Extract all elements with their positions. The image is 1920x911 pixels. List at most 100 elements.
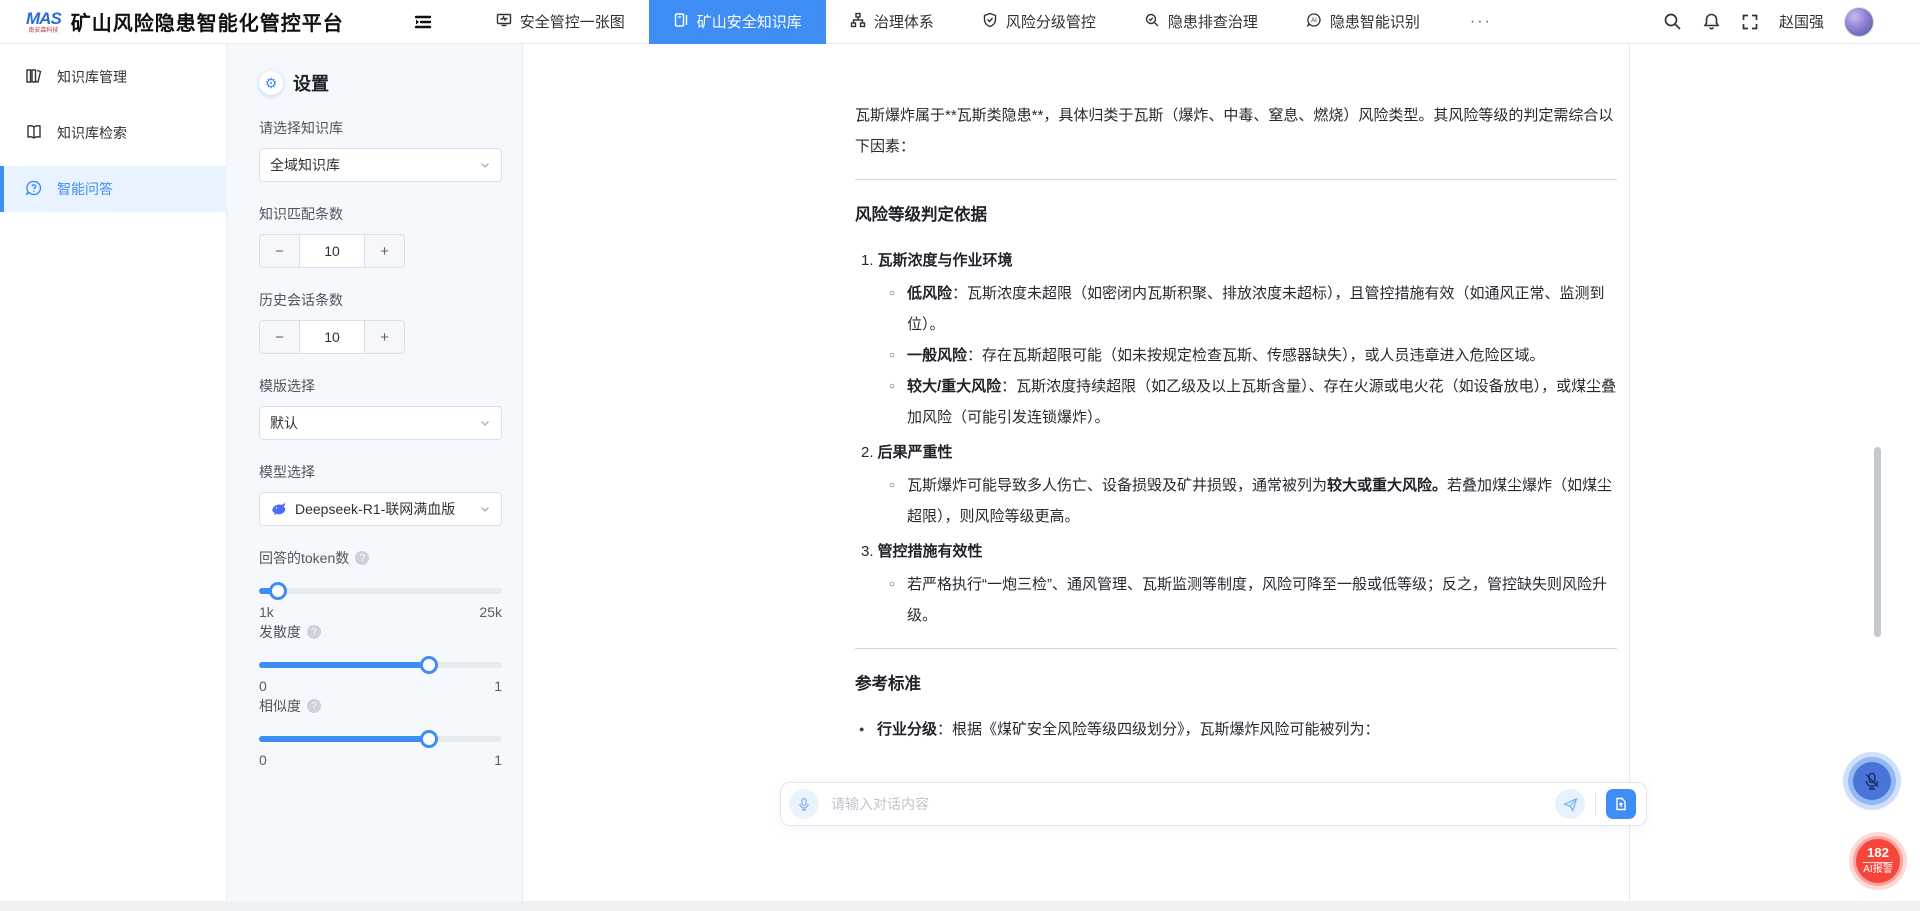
similarity-slider-label-text: 相似度 — [259, 696, 301, 716]
list-item: 重大风险（D值≥320，如瓦斯超限作业且存在火源）： — [895, 745, 1617, 750]
divider — [1595, 792, 1596, 816]
list-item-bold: 较大/重大风险 — [907, 378, 1001, 395]
logo-text: MAS — [26, 10, 61, 27]
chevron-down-icon — [479, 503, 491, 515]
chat-area: 瓦斯爆炸属于**瓦斯类隐患**，具体归类于瓦斯（爆炸、中毒、窒息、燃烧）风险类型… — [523, 44, 1630, 901]
increment-button[interactable]: + — [364, 321, 404, 353]
list-item-bold: 行业分级 — [877, 721, 937, 738]
chat-input[interactable] — [831, 796, 1555, 812]
model-select-label: 模型选择 — [259, 462, 502, 482]
username[interactable]: 赵国强 — [1779, 11, 1824, 32]
nav-more-button[interactable]: ··· — [1444, 0, 1518, 44]
token-slider[interactable] — [259, 588, 502, 594]
settings-header: ⚙ 设置 — [259, 70, 502, 96]
slider-handle[interactable] — [420, 656, 438, 674]
similarity-slider-label: 相似度 ? — [259, 696, 502, 716]
voice-button-ring — [1848, 757, 1896, 805]
history-count-value[interactable]: 10 — [300, 321, 364, 353]
kb-select-value: 全域知识库 — [270, 155, 479, 175]
sidebar-item-label: 知识库管理 — [57, 67, 127, 87]
sub-list: 低风险：瓦斯浓度未超限（如密闭内瓦斯积聚、排放浓度未超标），且管控措施有效（如通… — [889, 278, 1617, 433]
slider-fill — [259, 736, 429, 742]
header-right: 赵国强 — [1663, 7, 1920, 37]
sub-list: 若严格执行“一炮三检”、通风管理、瓦斯监测等制度，风险可降至一般或低等级；反之，… — [889, 569, 1617, 631]
horizontal-scrollbar-track[interactable] — [0, 901, 1920, 911]
slider-max: 1 — [494, 678, 502, 694]
tab-governance[interactable]: 治理体系 — [826, 0, 958, 44]
token-slider-range: 1k 25k — [259, 604, 502, 620]
divergence-slider-label-text: 发散度 — [259, 622, 301, 642]
slider-min: 1k — [259, 604, 274, 620]
match-count-stepper: − 10 + — [259, 234, 405, 268]
list-item-bold: 较大或重大风险。 — [1327, 477, 1447, 494]
alarm-button-ring: 182 AI报警 — [1853, 836, 1903, 886]
sidebar-item-label: 知识库检索 — [57, 123, 127, 143]
decrement-button[interactable]: − — [260, 321, 300, 353]
tab-mine-knowledge-base[interactable]: 矿山安全知识库 — [649, 0, 826, 44]
divergence-slider[interactable] — [259, 662, 502, 668]
divergence-slider-range: 0 1 — [259, 678, 502, 694]
list-item: 若严格执行“一炮三检”、通风管理、瓦斯监测等制度，风险可降至一般或低等级；反之，… — [889, 569, 1617, 631]
match-count-value[interactable]: 10 — [300, 235, 364, 267]
menu-collapse-icon[interactable] — [414, 13, 432, 31]
list-item-text: ：瓦斯浓度持续超限（如乙级及以上瓦斯含量）、存在火源或电火花（如设备放电），或煤… — [907, 378, 1616, 426]
microphone-icon[interactable] — [789, 789, 819, 819]
logo-mark: MAS 南安森科技 — [26, 10, 61, 34]
settings-panel: ⚙ 设置 请选择知识库 全域知识库 知识匹配条数 − 10 + 历史会话条数 −… — [227, 44, 523, 901]
books-icon — [25, 67, 43, 88]
slider-handle[interactable] — [269, 582, 287, 600]
template-select[interactable]: 默认 — [259, 406, 502, 440]
model-select-value: Deepseek-R1-联网满血版 — [295, 499, 479, 519]
list-item: 2.后果严重性 — [861, 437, 1617, 468]
tab-label: 隐患智能识别 — [1330, 11, 1420, 32]
list-item-bold: 低风险 — [907, 285, 952, 302]
slider-handle[interactable] — [420, 730, 438, 748]
list-number: 2. — [861, 444, 874, 461]
decrement-button[interactable]: − — [260, 235, 300, 267]
increment-button[interactable]: + — [364, 235, 404, 267]
ai-alarm-button[interactable]: 182 AI报警 — [1849, 832, 1907, 890]
voice-assistant-button[interactable] — [1843, 752, 1901, 810]
search-icon[interactable] — [1663, 12, 1682, 31]
message-paragraph: 瓦斯爆炸属于**瓦斯类隐患**，具体归类于瓦斯（爆炸、中毒、窒息、燃烧）风险类型… — [855, 100, 1617, 162]
divider — [855, 179, 1617, 180]
fullscreen-icon[interactable] — [1741, 13, 1759, 31]
list-item: 较大/重大风险：瓦斯浓度持续超限（如乙级及以上瓦斯含量）、存在火源或电火花（如设… — [889, 371, 1617, 433]
list-item-bold: 一般风险 — [907, 347, 967, 364]
similarity-slider-range: 0 1 — [259, 752, 502, 768]
list-item-text: ：存在瓦斯超限可能（如未按规定检查瓦斯、传感器缺失），或人员违章进入危险区域。 — [967, 347, 1545, 364]
sidebar-item-smart-qa[interactable]: 智能问答 — [0, 166, 226, 212]
tab-safety-map[interactable]: 安全管控一张图 — [472, 0, 649, 44]
numbered-list: 1.瓦斯浓度与作业环境 低风险：瓦斯浓度未超限（如密闭内瓦斯积聚、排放浓度未超标… — [861, 245, 1617, 631]
tab-risk-grading[interactable]: 风险分级管控 — [958, 0, 1120, 44]
chat-qa-icon — [25, 179, 43, 200]
similarity-slider[interactable] — [259, 736, 502, 742]
notification-bell-icon[interactable] — [1702, 12, 1721, 31]
kb-select[interactable]: 全域知识库 — [259, 148, 502, 182]
kb-select-label: 请选择知识库 — [259, 118, 502, 138]
new-file-button[interactable] — [1606, 789, 1636, 819]
chat-input-bar — [780, 782, 1647, 826]
alarm-label: AI报警 — [1863, 862, 1892, 876]
help-icon[interactable]: ? — [307, 625, 321, 639]
sidebar-item-kb-management[interactable]: 知识库管理 — [0, 54, 226, 100]
send-icon[interactable] — [1555, 789, 1585, 819]
history-count-stepper: − 10 + — [259, 320, 405, 354]
list-item-text: ：根据《煤矿安全风险等级四级划分》，瓦斯爆炸风险可能被列为： — [937, 721, 1380, 738]
scrollbar-thumb[interactable] — [1874, 447, 1881, 637]
gear-icon: ⚙ — [259, 71, 283, 95]
divider — [855, 648, 1617, 649]
divergence-slider-label: 发散度 ? — [259, 622, 502, 642]
list-item-title: 后果严重性 — [878, 444, 953, 461]
sidebar-item-kb-search[interactable]: 知识库检索 — [0, 110, 226, 156]
slider-max: 25k — [479, 604, 502, 620]
tab-hazard-ai-recognition[interactable]: AI 隐患智能识别 — [1282, 0, 1444, 44]
help-icon[interactable]: ? — [355, 551, 369, 565]
tab-hazard-investigation[interactable]: 隐患排查治理 — [1120, 0, 1282, 44]
help-icon[interactable]: ? — [307, 699, 321, 713]
user-avatar[interactable] — [1844, 7, 1874, 37]
list-item-text: ：瓦斯浓度未超限（如密闭内瓦斯积聚、排放浓度未超标），且管控措施有效（如通风正常… — [907, 285, 1605, 333]
model-select[interactable]: Deepseek-R1-联网满血版 — [259, 492, 502, 526]
list-number: 3. — [861, 543, 874, 560]
list-item-text: 瓦斯爆炸可能导致多人伤亡、设备损毁及矿井损毁，通常被列为 — [907, 477, 1327, 494]
